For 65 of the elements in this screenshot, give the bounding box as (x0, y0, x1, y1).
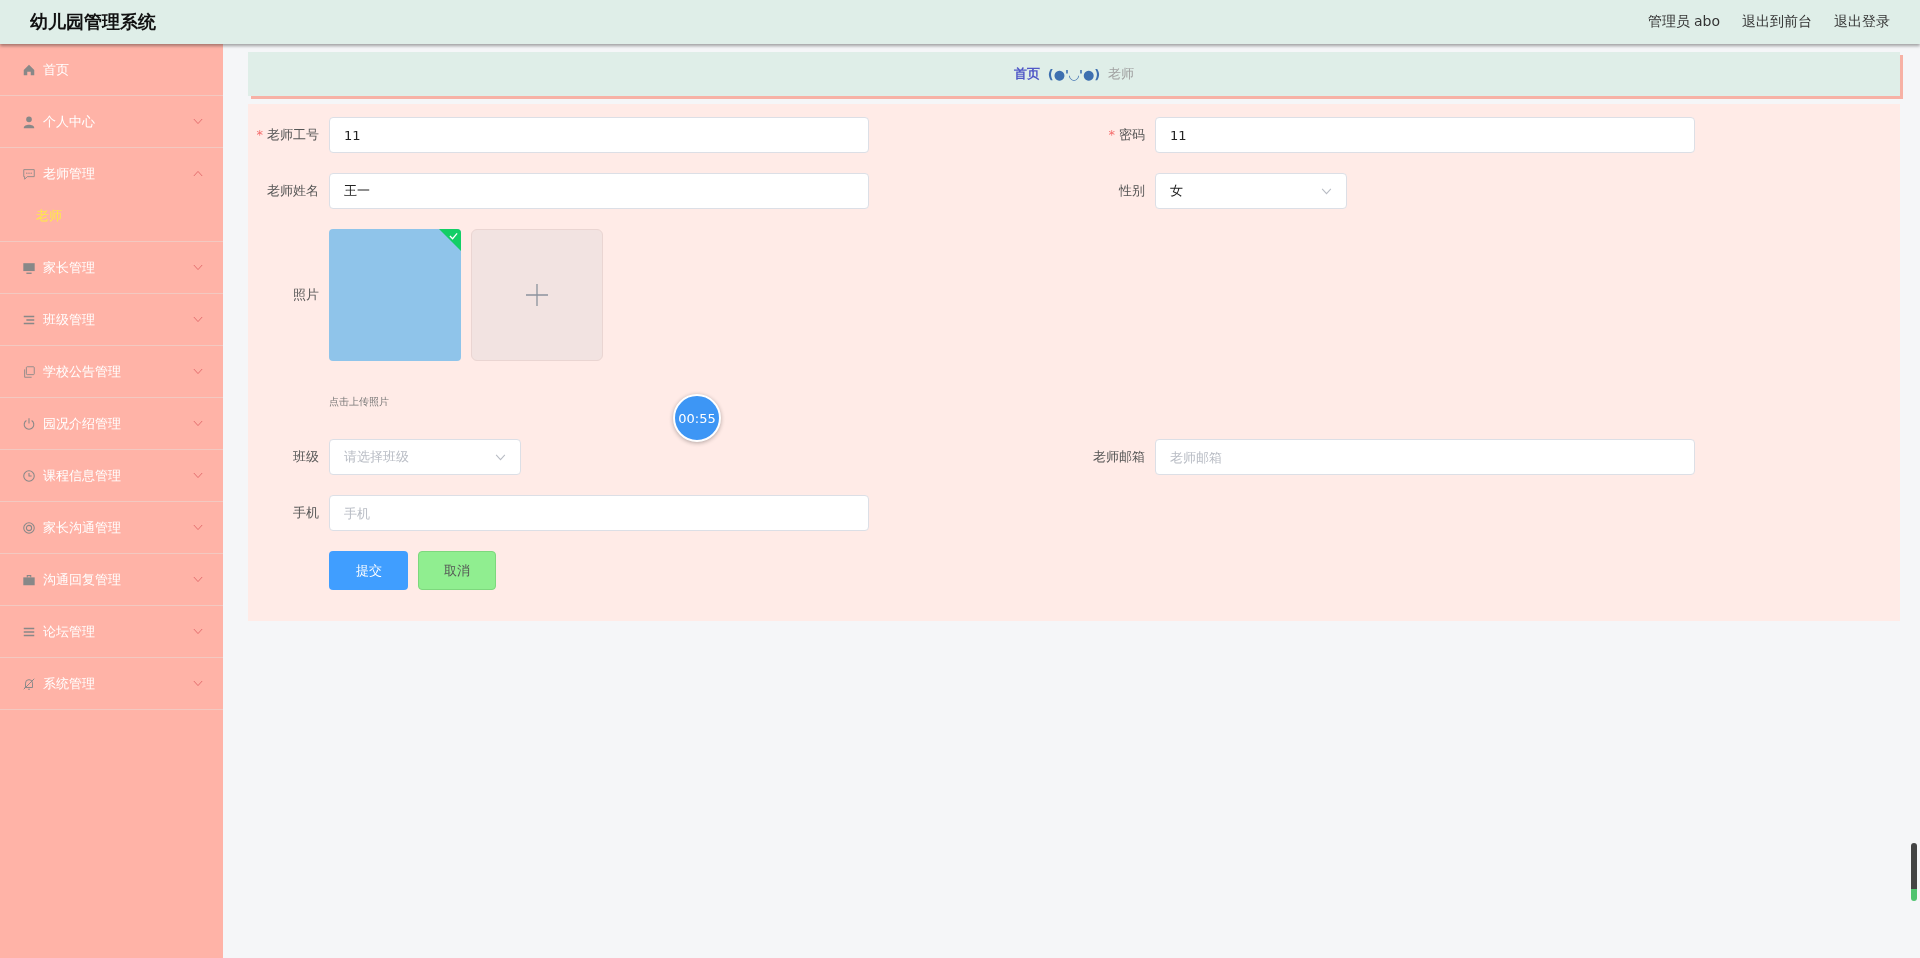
field-label: 性别 (1119, 183, 1145, 198)
chevron-down-icon (193, 316, 203, 323)
sidebar-item[interactable]: 学校公告管理 (0, 346, 223, 397)
input-field[interactable]: 11 (1155, 117, 1695, 153)
sidebar-item[interactable]: 论坛管理 (0, 606, 223, 657)
plus-icon (526, 284, 548, 306)
bell-off-icon (22, 676, 36, 691)
sidebar-subitem[interactable]: 老师 (0, 199, 223, 241)
required-mark: * (256, 127, 263, 142)
field-label: 老师工号 (267, 127, 319, 142)
chevron-down-icon (1321, 187, 1332, 195)
power-icon (22, 416, 36, 431)
upload-hint: 点击上传照片 (329, 395, 390, 409)
chevron-down-icon (193, 118, 203, 125)
person-icon (22, 114, 36, 129)
sidebar-item[interactable]: 课程信息管理 (0, 450, 223, 501)
briefcase-icon (22, 572, 36, 587)
chevron-down-icon (193, 264, 203, 271)
sidebar-item[interactable]: 园况介绍管理 (0, 398, 223, 449)
header-link[interactable]: 退出到前台 (1742, 13, 1812, 31)
sidebar-item[interactable]: 班级管理 (0, 294, 223, 345)
scrollbar-thumb[interactable] (1911, 843, 1917, 901)
chevron-down-icon (193, 368, 203, 375)
sidebar-item[interactable]: 老师管理 (0, 148, 223, 199)
sidebar-item[interactable]: 个人中心 (0, 96, 223, 147)
breadcrumb-link[interactable]: 首页 (1013, 65, 1040, 83)
field-label: 班级 (293, 449, 319, 464)
sidebar-item[interactable]: 家长管理 (0, 242, 223, 293)
app-title: 幼儿园管理系统 (30, 10, 156, 34)
chevron-down-icon (193, 472, 203, 479)
input-field[interactable]: 王一 (329, 173, 869, 209)
sidebar-item[interactable]: 首页 (0, 44, 223, 95)
chevron-down-icon (193, 628, 203, 635)
copy-icon (22, 364, 36, 379)
sidebar-item[interactable]: 系统管理 (0, 658, 223, 709)
chevron-up-icon (193, 170, 203, 177)
field-label: 照片 (293, 287, 319, 302)
home-icon (22, 62, 36, 77)
input-field[interactable]: 手机 (329, 495, 869, 531)
required-mark: * (1108, 127, 1115, 142)
field-label: 密码 (1119, 127, 1145, 142)
field-label: 老师姓名 (267, 183, 319, 198)
breadcrumb-current: 老师 (1108, 65, 1135, 83)
ring-icon (22, 520, 36, 535)
chevron-down-icon (495, 453, 506, 461)
chevron-down-icon (193, 576, 203, 583)
chevron-down-icon (193, 680, 203, 687)
header-link[interactable]: 退出登录 (1834, 13, 1890, 31)
clock-icon (22, 468, 36, 483)
select-field[interactable]: 女 (1155, 173, 1347, 209)
chat-icon (22, 166, 36, 181)
select-field[interactable]: 请选择班级 (329, 439, 521, 475)
chevron-down-icon (193, 420, 203, 427)
cancel-button[interactable]: 取消 (418, 551, 496, 590)
field-label: 老师邮箱 (1093, 449, 1145, 464)
sidebar-item[interactable]: 沟通回复管理 (0, 554, 223, 605)
breadcrumb-separator: (●'◡'●) (1047, 66, 1101, 82)
input-field[interactable]: 11 (329, 117, 869, 153)
header-link[interactable]: 管理员 abo (1647, 13, 1720, 31)
input-field[interactable]: 老师邮箱 (1155, 439, 1695, 475)
submit-button[interactable]: 提交 (329, 551, 408, 590)
sidebar-item[interactable]: 家长沟通管理 (0, 502, 223, 553)
monitor-icon (22, 260, 36, 275)
field-label: 手机 (293, 505, 319, 520)
chevron-down-icon (193, 524, 203, 531)
